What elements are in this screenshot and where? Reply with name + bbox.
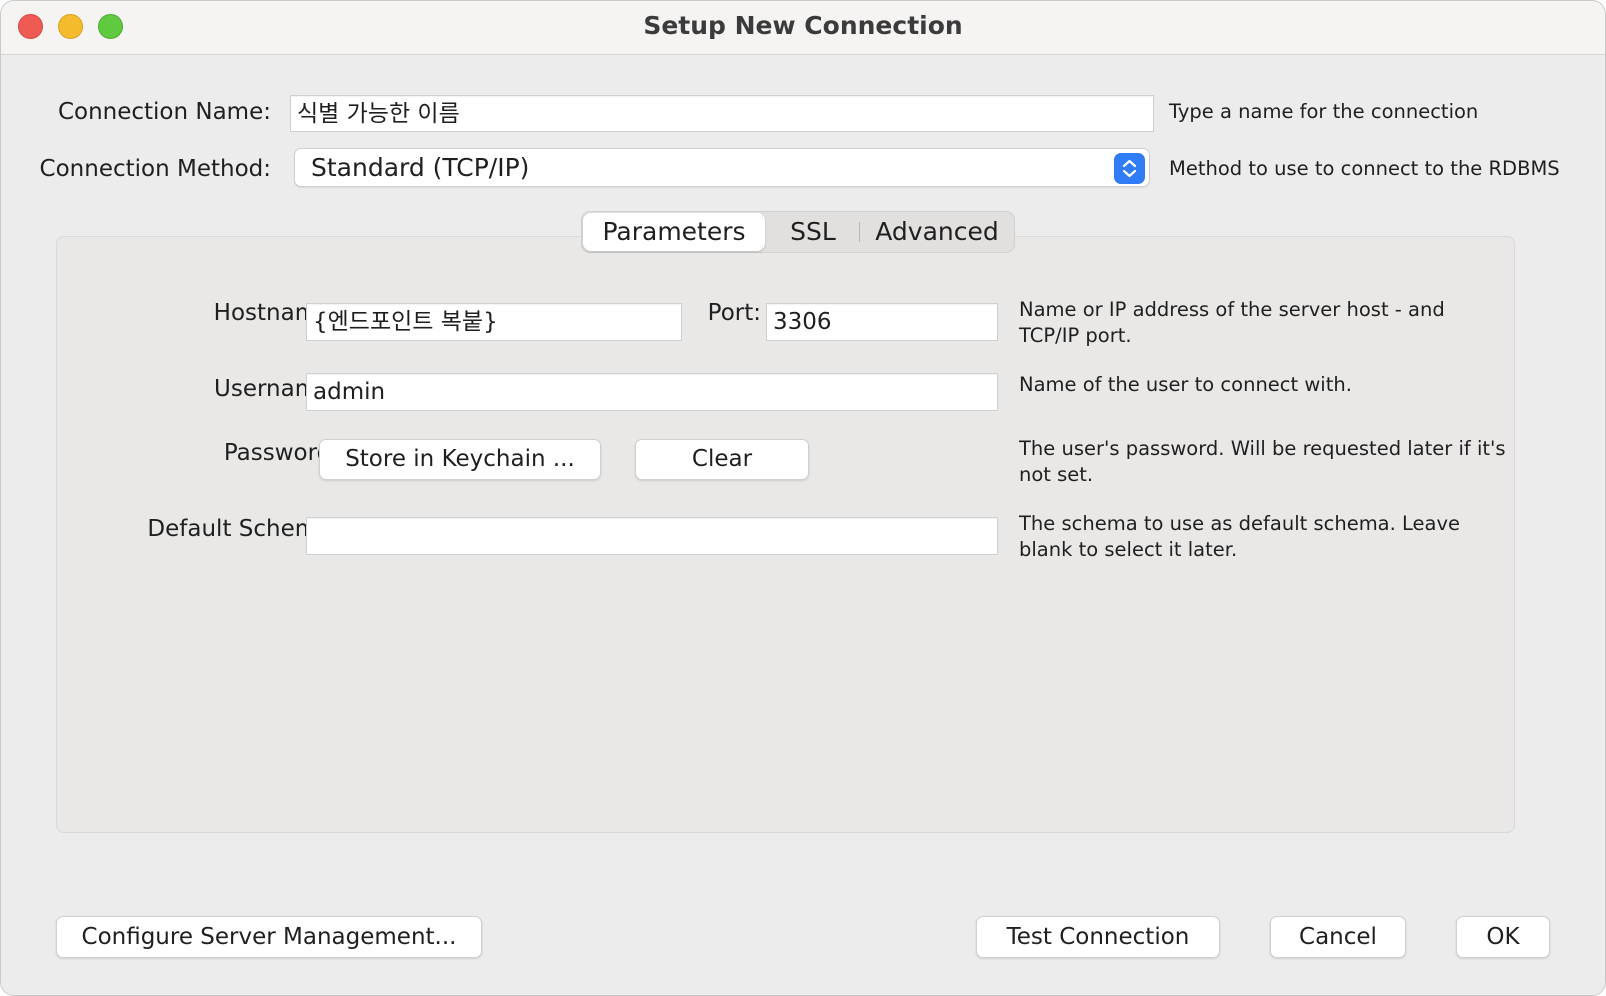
- tab-ssl[interactable]: SSL: [768, 212, 858, 252]
- test-connection-button[interactable]: Test Connection: [976, 916, 1220, 958]
- cancel-button[interactable]: Cancel: [1270, 916, 1406, 958]
- configure-server-management-button[interactable]: Configure Server Management...: [56, 916, 482, 958]
- default-schema-help: The schema to use as default schema. Lea…: [1019, 512, 1461, 561]
- connection-method-value: Standard (TCP/IP): [311, 153, 530, 182]
- title-bar[interactable]: Setup New Connection: [1, 1, 1605, 55]
- port-label: Port:: [707, 300, 761, 326]
- default-schema-label: Default Schema:: [147, 516, 339, 542]
- tab-bar: Parameters SSL Advanced: [581, 211, 1015, 253]
- hostname-input[interactable]: {엔드포인트 복붙}: [306, 303, 682, 341]
- window-title: Setup New Connection: [643, 11, 963, 40]
- connection-name-label: Connection Name:: [57, 99, 271, 125]
- parameters-panel: Hostname: {엔드포인트 복붙} Port: 3306 Name or …: [56, 236, 1515, 833]
- port-input[interactable]: 3306: [766, 303, 998, 341]
- username-label: Username:: [214, 376, 339, 402]
- tab-separator: [859, 222, 860, 242]
- username-input[interactable]: admin: [306, 373, 998, 411]
- setup-connection-window: Setup New Connection Connection Name: 식별…: [0, 0, 1606, 996]
- connection-name-input[interactable]: 식별 가능한 이름: [290, 95, 1154, 132]
- username-help: Name of the user to connect with.: [1019, 373, 1352, 396]
- updown-chevron-icon: [1114, 153, 1145, 184]
- clear-password-button[interactable]: Clear: [635, 439, 809, 480]
- connection-method-label: Connection Method:: [39, 156, 271, 182]
- dialog-content: Connection Name: 식별 가능한 이름 Type a name f…: [1, 56, 1605, 995]
- hostname-help: Name or IP address of the server host - …: [1019, 298, 1445, 347]
- default-schema-input[interactable]: [306, 517, 998, 555]
- tab-advanced[interactable]: Advanced: [862, 212, 1012, 252]
- connection-method-select[interactable]: Standard (TCP/IP): [294, 148, 1150, 187]
- ok-button[interactable]: OK: [1456, 916, 1550, 958]
- store-in-keychain-button[interactable]: Store in Keychain ...: [319, 439, 601, 480]
- password-help: The user's password. Will be requested l…: [1019, 437, 1506, 486]
- password-label: Password:: [223, 440, 339, 466]
- connection-method-help: Method to use to connect to the RDBMS: [1169, 157, 1560, 180]
- connection-name-help: Type a name for the connection: [1169, 100, 1479, 123]
- tab-parameters[interactable]: Parameters: [583, 213, 765, 251]
- hostname-label: Hostname:: [213, 300, 339, 326]
